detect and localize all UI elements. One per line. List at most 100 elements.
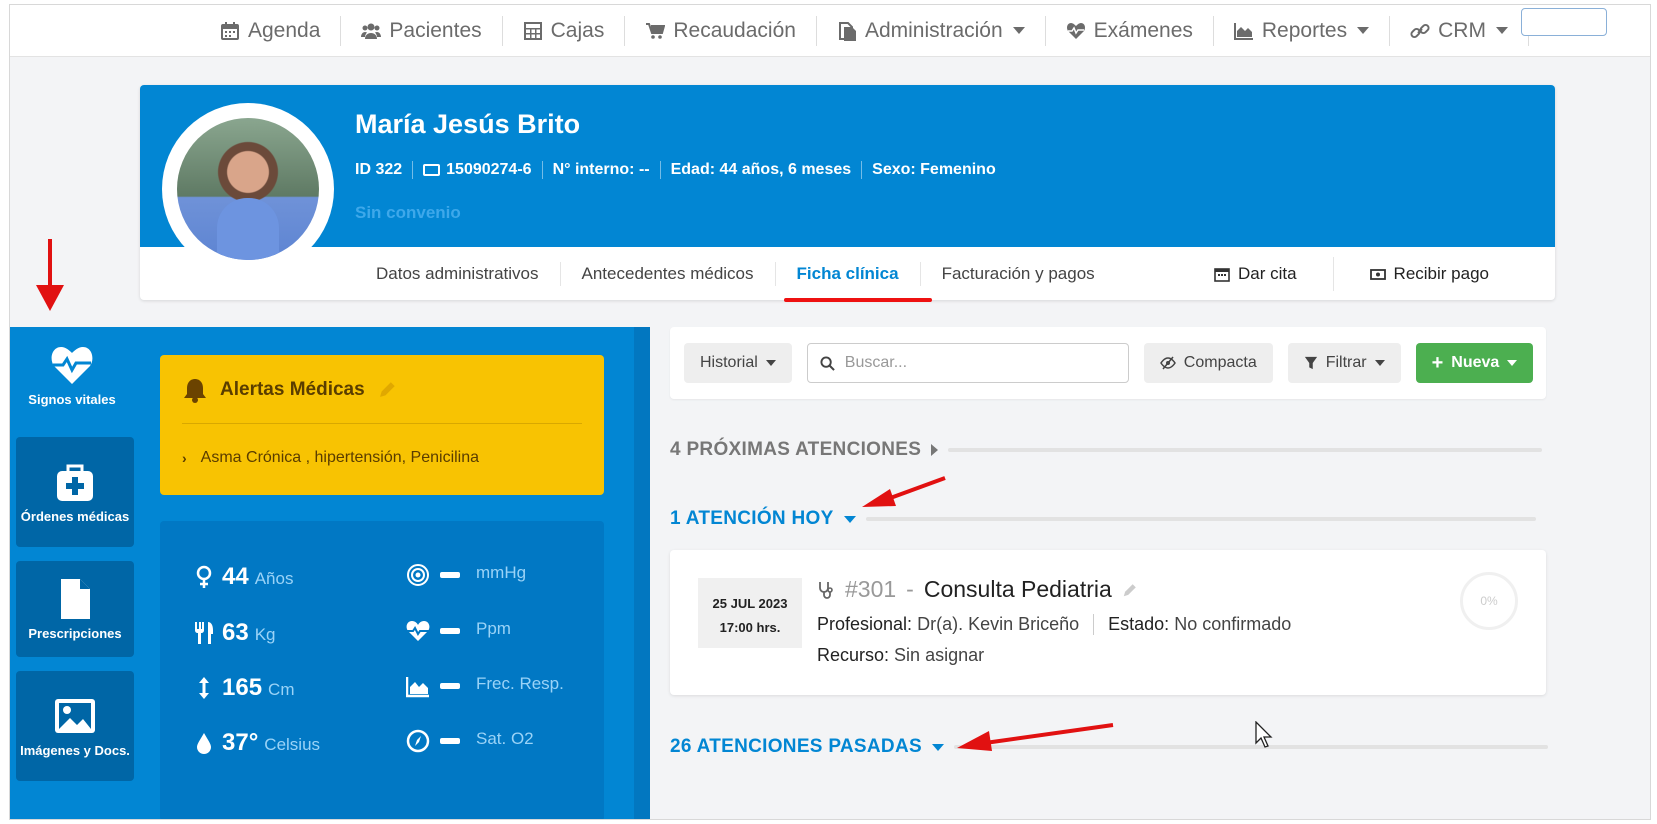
appointment-name: Consulta Pediatria: [923, 576, 1112, 602]
appointment-progress: 0%: [1460, 572, 1518, 630]
vital-pulse: Ppm: [406, 619, 511, 643]
vital-pressure: mmHg: [406, 563, 526, 587]
nav-cajas[interactable]: Cajas: [503, 15, 626, 46]
patient-header: María Jesús Brito ID 322 15090274-6 N° i…: [140, 85, 1555, 302]
header-actions: Dar cita Recibir pago: [1178, 247, 1525, 300]
id-card-icon: [423, 164, 441, 176]
vital-sat-unit: Sat. O2: [476, 729, 534, 748]
image-icon: [55, 698, 95, 733]
vital-age-value: 44: [222, 563, 249, 590]
chevron-down-icon: [1374, 360, 1385, 366]
tab-ficha-clinica[interactable]: Ficha clínica: [776, 261, 932, 302]
section-proximas-label: 4 PRÓXIMAS ATENCIONES: [670, 439, 922, 460]
plus-icon: +: [1431, 352, 1444, 374]
area-chart-icon: [1233, 22, 1253, 40]
avatar-photo: [177, 118, 319, 260]
vital-pulse-unit: Ppm: [476, 619, 511, 638]
alerts-items: Asma Crónica , hipertensión, Penicilina: [200, 449, 480, 466]
calendar-icon: [1214, 267, 1230, 282]
nav-administracion[interactable]: Administración: [817, 15, 1046, 46]
appointment-professional: Profesional: Dr(a). Kevin Briceño: [817, 614, 1080, 634]
drop-icon: [197, 733, 211, 754]
copy-icon: [838, 21, 856, 41]
mouse-cursor-icon: [1255, 721, 1273, 748]
vital-pulse-empty: [440, 628, 460, 634]
appointment-title: #301 - Consulta Pediatria: [817, 576, 1138, 603]
patient-rut-value: 15090274-6: [446, 161, 532, 178]
filtrar-dropdown[interactable]: Filtrar: [1287, 343, 1401, 383]
side-tab-label: Signos vitales: [28, 391, 116, 407]
section-proximas[interactable]: 4 PRÓXIMAS ATENCIONES: [670, 439, 1543, 461]
annotation-arrow-left: [862, 476, 946, 507]
historial-dropdown[interactable]: Historial: [684, 343, 792, 383]
side-tab-label: Prescripciones: [28, 625, 122, 641]
nav-search-input[interactable]: [1520, 7, 1607, 36]
side-tab-signos-vitales[interactable]: Signos vitales: [10, 327, 134, 423]
bell-icon: [184, 379, 206, 403]
dar-cita-button[interactable]: Dar cita: [1178, 256, 1334, 291]
pencil-icon[interactable]: [377, 380, 397, 400]
patient-internal: N° interno: --: [541, 161, 660, 179]
nav-reportes-label: Reportes: [1261, 18, 1348, 42]
nav-examenes-label: Exámenes: [1093, 18, 1193, 42]
side-tab-imagenes-docs[interactable]: Imágenes y Docs.: [16, 671, 134, 781]
nav-crm[interactable]: CRM: [1390, 15, 1529, 46]
side-tab-label: Imágenes y Docs.: [20, 742, 130, 758]
tab-facturacion-pagos[interactable]: Facturación y pagos: [921, 262, 1116, 286]
chevron-down-icon: [1357, 27, 1370, 34]
users-icon: [361, 23, 382, 39]
top-nav: Agenda Pacientes Cajas Recaudación Admin…: [10, 5, 1650, 57]
pencil-icon[interactable]: [1122, 582, 1138, 598]
target-icon: [407, 564, 429, 586]
vital-temp-value: 37°: [222, 729, 259, 756]
nueva-button[interactable]: + Nueva: [1415, 343, 1534, 383]
nav-agenda-label: Agenda: [248, 18, 321, 42]
search-placeholder: Buscar...: [844, 354, 908, 371]
alerts-list: › Asma Crónica , hipertensión, Penicilin…: [182, 449, 479, 467]
patient-id: ID 322: [355, 161, 403, 178]
heartbeat-icon: [51, 346, 93, 384]
chevron-right-icon: ›: [182, 450, 187, 466]
search-input[interactable]: Buscar...: [806, 343, 1129, 383]
tab-antecedentes-medicos[interactable]: Antecedentes médicos: [561, 261, 776, 286]
calendar-icon: [221, 21, 239, 40]
stethoscope-icon: [819, 581, 833, 599]
filtrar-label: Filtrar: [1325, 354, 1367, 371]
nav-examenes[interactable]: Exámenes: [1046, 15, 1214, 46]
medical-alerts: Alertas Médicas › Asma Crónica , hiperte…: [160, 355, 604, 495]
annotation-arrow-left: [957, 723, 1114, 751]
nav-agenda[interactable]: Agenda: [200, 15, 342, 46]
money-icon: [1369, 268, 1386, 280]
heartbeat-icon: [1066, 22, 1085, 39]
nav-reportes[interactable]: Reportes: [1214, 15, 1391, 46]
section-pasadas-label: 26 ATENCIONES PASADAS: [670, 736, 922, 757]
vital-resp-unit: Frec. Resp.: [476, 674, 564, 693]
patient-sex: Sexo: Femenino: [861, 161, 1006, 179]
cart-icon: [646, 22, 666, 39]
vital-temperature: 37° Celsius: [192, 729, 320, 757]
vital-age: 44 Años: [192, 563, 293, 591]
side-tab-prescripciones[interactable]: Prescripciones: [16, 561, 134, 657]
annotation-arrow-down: [36, 239, 64, 311]
side-tab-ordenes-medicas[interactable]: Órdenes médicas: [16, 437, 134, 547]
vital-height-unit: Cm: [268, 680, 295, 699]
vital-pressure-empty: [440, 572, 460, 578]
compacta-label: Compacta: [1183, 354, 1257, 371]
search-icon: [820, 355, 835, 371]
medkit-icon: [57, 464, 93, 501]
vital-weight-value: 63: [222, 619, 249, 646]
tab-datos-administrativos[interactable]: Datos administrativos: [355, 261, 561, 286]
link-icon: [1410, 23, 1430, 38]
recibir-pago-button[interactable]: Recibir pago: [1334, 257, 1525, 291]
nav-cajas-label: Cajas: [550, 18, 605, 42]
appointment-card[interactable]: 25 JUL 2023 17:00 hrs. #301 - Consulta P…: [670, 550, 1546, 695]
filter-icon: [1304, 356, 1317, 370]
nav-recaudacion[interactable]: Recaudación: [625, 15, 817, 46]
vital-saturation: Sat. O2: [406, 729, 534, 753]
section-hoy[interactable]: 1 ATENCIÓN HOY: [670, 508, 1536, 530]
area-chart-icon: [406, 677, 429, 698]
compacta-button[interactable]: Compacta: [1143, 343, 1273, 383]
patient-convenio: Sin convenio: [355, 203, 461, 222]
section-hoy-label: 1 ATENCIÓN HOY: [670, 508, 834, 529]
nav-pacientes[interactable]: Pacientes: [341, 15, 503, 46]
